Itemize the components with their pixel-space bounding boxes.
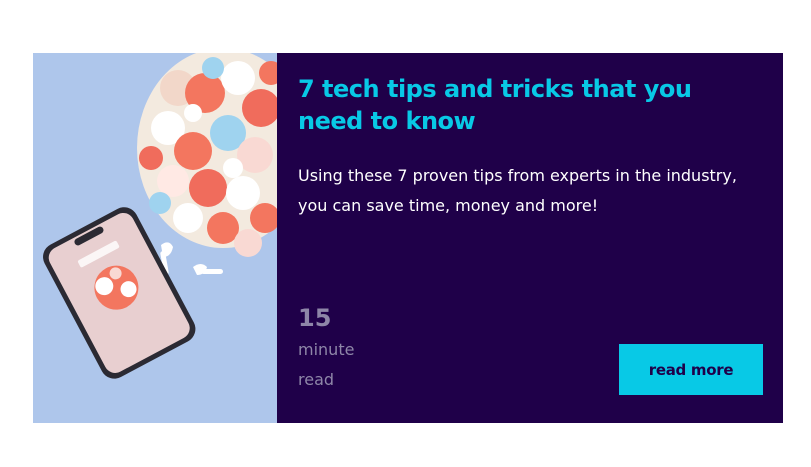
article-excerpt: Using these 7 proven tips from experts i…	[298, 166, 737, 215]
phone-flowers-photo	[33, 53, 277, 423]
article-card: 7 tech tips and tricks that you need to …	[33, 53, 783, 423]
read-time-number: 15	[298, 304, 332, 332]
read-time: 15 minute read	[298, 301, 418, 395]
read-time-unit: minute read	[298, 340, 355, 389]
article-content: 7 tech tips and tricks that you need to …	[277, 53, 783, 423]
article-title: 7 tech tips and tricks that you need to …	[298, 75, 692, 135]
read-more-button[interactable]: read more	[619, 344, 763, 395]
article-image	[33, 53, 277, 423]
